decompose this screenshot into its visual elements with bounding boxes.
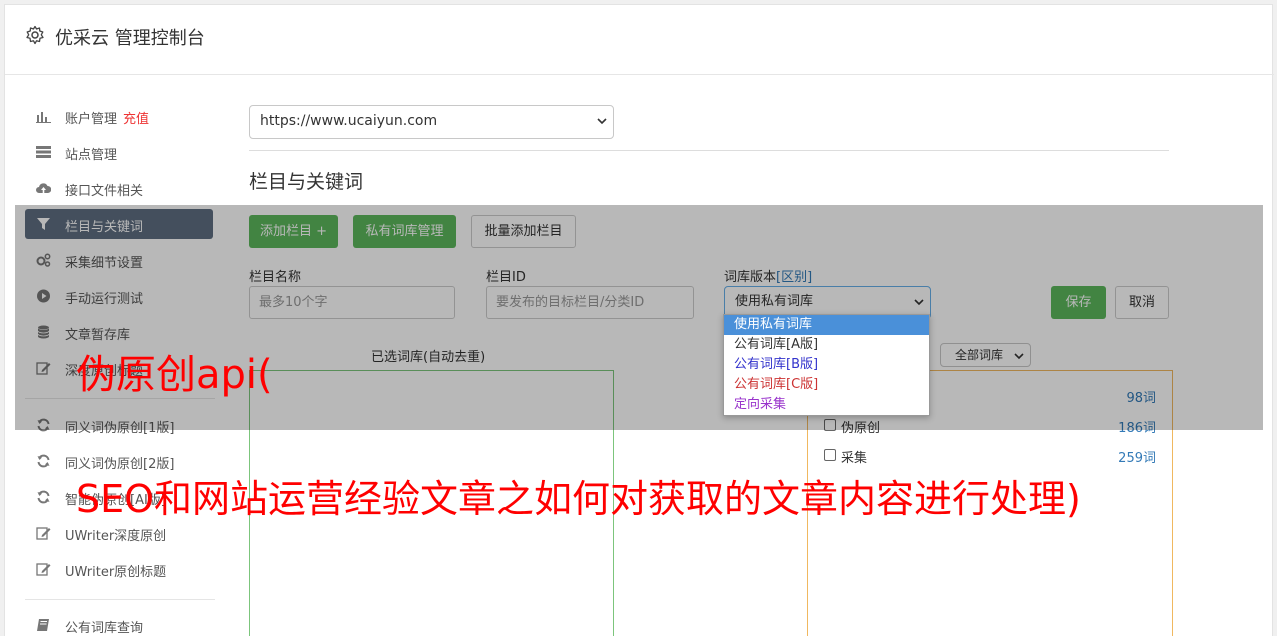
- dropdown-option[interactable]: 公有词库[C版]: [724, 375, 929, 395]
- dropdown-option[interactable]: 定向采集: [724, 395, 929, 415]
- chevron-down-icon: [597, 118, 607, 125]
- sidebar-item-label: 公有词库查询: [65, 621, 144, 636]
- page-title: 优采云 管理控制台: [55, 28, 205, 49]
- header: 优采云 管理控制台: [5, 5, 1274, 75]
- sidebar-item-sites[interactable]: 站点管理: [25, 137, 213, 167]
- sidebar-item-label: 接口文件相关: [65, 184, 144, 199]
- bar-chart-icon: [36, 112, 51, 123]
- refresh-icon: [37, 454, 50, 468]
- sidebar-divider: [25, 599, 215, 600]
- gear-icon: [26, 25, 44, 45]
- refresh-icon: [37, 490, 50, 504]
- edit-icon: [36, 527, 51, 540]
- library-name: 采集: [841, 451, 868, 466]
- section-title: 栏目与关键词: [249, 171, 364, 193]
- sidebar-item-label: UWriter深度原创: [65, 529, 167, 544]
- dropdown-option[interactable]: 公有词库[B版]: [724, 355, 929, 375]
- dropdown-option[interactable]: 使用私有词库: [724, 315, 929, 335]
- sidebar-item-label: 账户管理: [65, 112, 118, 127]
- cloud-upload-icon: [36, 183, 51, 193]
- library-checkbox[interactable]: [824, 449, 836, 461]
- watermark-line-2: SEO和网站运营经验文章之如何对获取的文章内容进行处理): [76, 477, 1081, 521]
- library-version-dropdown[interactable]: 使用私有词库 公有词库[A版] 公有词库[B版] 公有词库[C版] 定向采集: [723, 314, 930, 416]
- dropdown-option[interactable]: 公有词库[A版]: [724, 335, 929, 355]
- library-count: 259词: [1118, 451, 1156, 466]
- sidebar-item-interface[interactable]: 接口文件相关: [25, 173, 213, 203]
- server-icon: [36, 146, 51, 158]
- sidebar-item-uwriter-title[interactable]: UWriter原创标题: [25, 554, 213, 584]
- watermark-line-1: 伪原创api(: [76, 352, 273, 398]
- sidebar-item-label: UWriter原创标题: [65, 565, 167, 580]
- divider: [249, 150, 1169, 151]
- recharge-link[interactable]: 充值: [123, 112, 149, 127]
- sidebar-item-label: 站点管理: [65, 148, 118, 163]
- library-row[interactable]: 采集 259词: [821, 445, 1156, 467]
- sidebar-item-public-lib[interactable]: 公有词库查询: [25, 610, 213, 636]
- book-icon: [37, 619, 49, 631]
- site-select-value: https://www.ucaiyun.com: [260, 113, 438, 129]
- edit-icon: [36, 563, 51, 576]
- site-select[interactable]: https://www.ucaiyun.com: [249, 105, 614, 139]
- sidebar-item-account[interactable]: 账户管理 充值: [25, 101, 213, 131]
